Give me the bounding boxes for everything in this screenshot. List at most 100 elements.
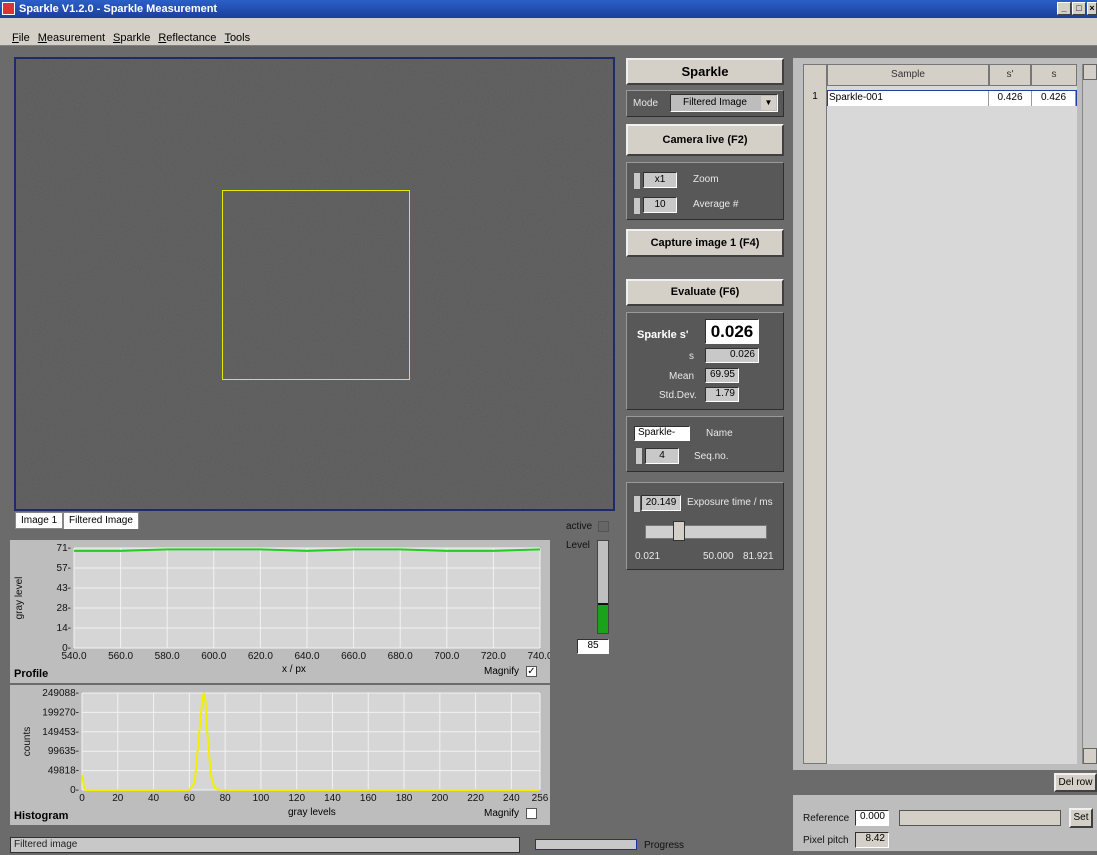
table-scrollbar[interactable] [1082,64,1097,764]
set-button[interactable]: Set [1069,808,1093,828]
profile-y-tick-label: 57- [57,563,71,574]
exposure-panel: 20.149 Exposure time / ms 0.021 50.000 8… [626,482,784,570]
menu-tools[interactable]: Tools [220,31,254,45]
scroll-down-icon[interactable] [1083,748,1097,764]
menu-measurement[interactable]: Measurement [34,31,109,45]
active-checkbox[interactable] [598,521,609,532]
histogram-x-tick-label: 20 [112,793,124,804]
table-cell-sample[interactable]: Sparkle-001 [828,91,989,106]
naming-panel: Sparkle- Name 4 Seq.no. [626,416,784,472]
minimize-button[interactable]: _ [1057,2,1071,15]
histogram-y-tick-label: 0- [70,785,79,796]
capture-image-button[interactable]: Capture image 1 (F4) [626,229,784,257]
exposure-value[interactable]: 20.149 [641,495,681,511]
reference-value[interactable]: 0.000 [855,810,889,826]
table-cell-s-prime[interactable]: 0.426 [989,91,1032,106]
histogram-x-tick-label: 80 [220,793,232,804]
tab-image-1[interactable]: Image 1 [15,512,64,529]
average-label: Average # [693,199,739,210]
histogram-svg: 0 20 40 60 80 100 120 140 160 180 200 220 240 256 2490… [22,688,549,804]
histogram-y-tick-label: 249088- [42,688,79,699]
progress-bar [535,839,637,850]
menu-file[interactable]: File [8,31,34,45]
results-panel: Sparkle s' 0.026 s 0.026 Mean 69.95 Std.… [626,312,784,410]
level-label: Level [566,540,590,551]
s-value: 0.026 [705,348,759,363]
menu-sparkle[interactable]: Sparkle [109,31,154,45]
camera-live-button[interactable]: Camera live (F2) [626,124,784,156]
std-dev-label: Std.Dev. [659,390,697,401]
table-row[interactable]: Sparkle-001 0.426 0.426 [827,90,1077,106]
progress-label: Progress [644,840,685,851]
profile-x-tick-label: 640.0 [294,651,319,662]
exposure-mid-label: 50.000 [703,551,734,562]
profile-x-tick-label: 580.0 [155,651,180,662]
profile-title: Profile [14,668,49,680]
evaluate-button[interactable]: Evaluate (F6) [626,279,784,306]
histogram-x-tick-label: 160 [360,793,377,804]
close-button[interactable]: × [1087,2,1097,15]
histogram-magnify-checkbox[interactable] [526,808,537,819]
exposure-slider-thumb[interactable] [672,521,685,541]
profile-x-tick-label: 680.0 [388,651,413,662]
histogram-x-tick-label: 60 [184,793,196,804]
histogram-x-tick-label: 140 [324,793,341,804]
sparkle-button[interactable]: Sparkle [626,58,784,85]
exposure-min-label: 0.021 [635,551,661,562]
table-cell-s[interactable]: 0.426 [1032,91,1076,106]
histogram-x-tick-label: 0 [79,793,85,804]
profile-y-tick-label: 14- [57,623,71,634]
profile-x-tick-label: 720.0 [481,651,506,662]
histogram-x-tick-label: 100 [253,793,270,804]
histogram-x-tick-label: 180 [396,793,413,804]
name-label: Name [706,428,733,439]
column-header-sample[interactable]: Sample [827,64,989,86]
chevron-down-icon[interactable]: ▼ [761,96,776,110]
menu-reflectance[interactable]: Reflectance [154,31,220,45]
histogram-x-tick-label: 200 [431,793,448,804]
mode-select[interactable]: Filtered Image ▼ [670,94,778,112]
menu-bar: File Measurement Sparkle Reflectance Tools [0,18,1097,46]
profile-x-tick-label: 740.0 [527,651,550,662]
tab-filtered-image[interactable]: Filtered Image [63,512,139,529]
histogram-title: Histogram [14,810,69,822]
window-title: Sparkle V1.2.0 - Sparkle Measurement [19,3,218,15]
profile-x-tick-label: 620.0 [248,651,273,662]
title-bar: Sparkle V1.2.0 - Sparkle Measurement _ □… [0,0,1097,18]
zoom-value[interactable]: x1 [643,172,677,188]
scroll-up-icon[interactable] [1083,64,1097,80]
profile-magnify-label: Magnify [484,666,520,677]
average-stepper[interactable] [633,197,641,215]
zoom-stepper[interactable] [633,172,641,190]
level-fill [598,602,608,633]
zoom-label: Zoom [693,174,719,185]
name-field[interactable]: Sparkle- [634,426,690,441]
profile-y-axis-label: gray level [14,577,25,620]
exposure-stepper[interactable] [633,495,641,513]
mode-panel: Mode Filtered Image ▼ [626,90,784,117]
exposure-slider-track[interactable] [645,525,767,539]
histogram-y-tick-label: 49818- [48,766,79,777]
table-row-index: 1 [812,91,818,102]
s-label: s [689,351,694,362]
column-header-s[interactable]: s [1031,64,1077,86]
average-value[interactable]: 10 [643,197,677,213]
profile-x-tick-label: 560.0 [108,651,133,662]
profile-magnify-checkbox[interactable]: ✓ [526,666,537,677]
mean-label: Mean [669,371,695,382]
del-row-button[interactable]: Del row [1054,773,1097,792]
seq-stepper[interactable] [635,447,643,465]
roi-rectangle[interactable] [222,190,410,380]
profile-xlabel: x / px [282,664,306,675]
profile-chart: 540.0 560.0 580.0 600.0 620.0 640.0 660.0 680.0… [10,540,553,683]
histogram-chart: 0 20 40 60 80 100 120 140 160 180 200 220 240 256 2490… [10,685,550,825]
maximize-button[interactable]: □ [1072,2,1086,15]
profile-y-tick-label: 28- [57,603,71,614]
sample-table: Sample s' s 1 Sparkle-001 0.426 0.426 [793,58,1097,770]
pixel-pitch-value: 8.42 [855,832,889,848]
seq-value[interactable]: 4 [645,448,679,464]
column-header-s-prime[interactable]: s' [989,64,1031,86]
reference-name-field[interactable] [899,810,1061,826]
level-meter [597,540,609,634]
app-icon [2,2,15,15]
